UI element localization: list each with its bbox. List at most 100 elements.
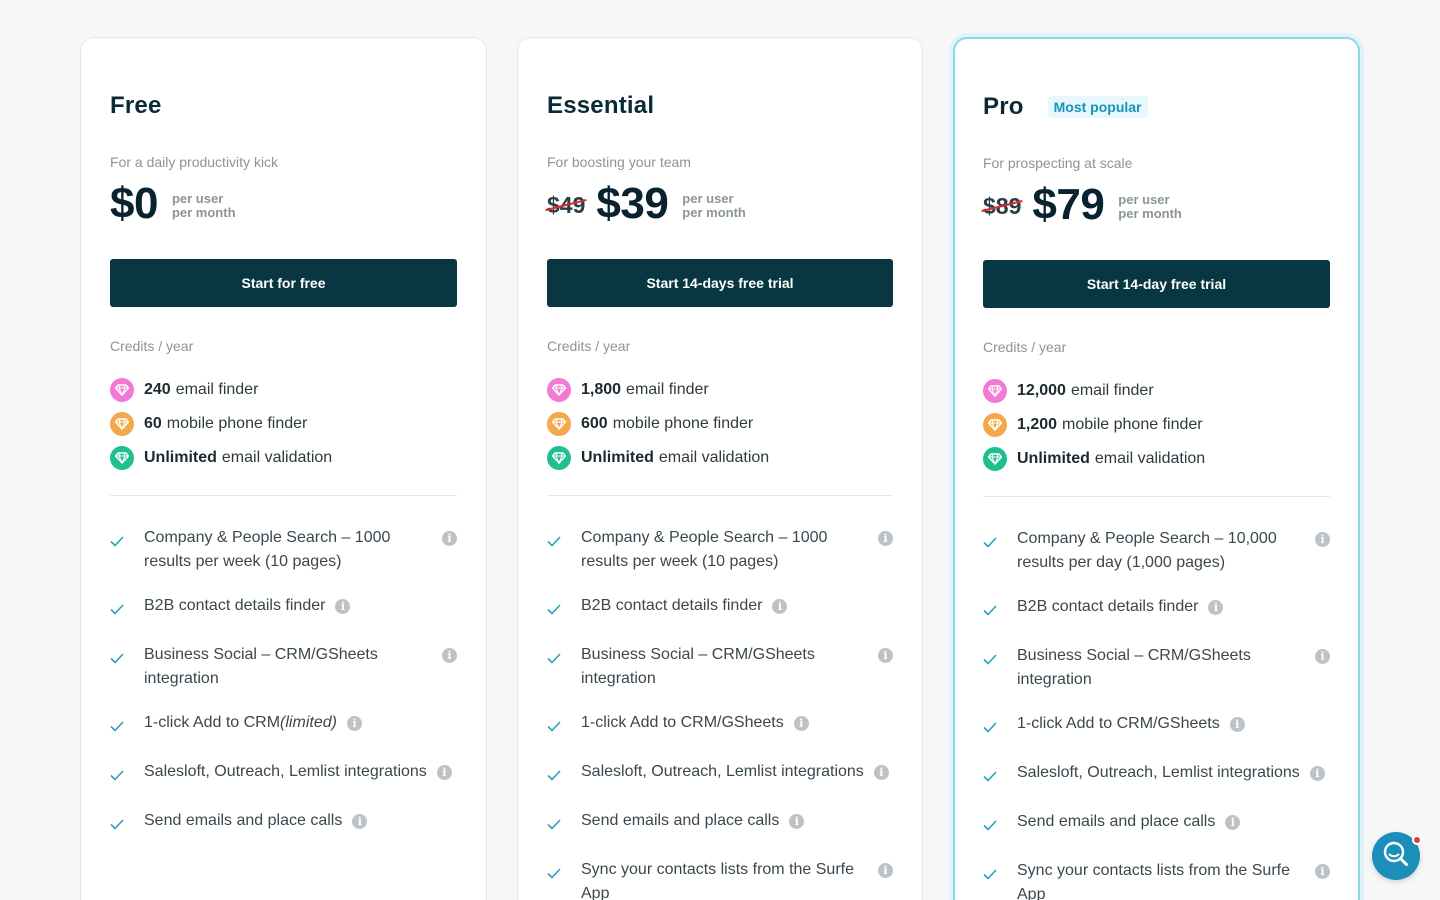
info-icon[interactable]: i	[1315, 649, 1330, 664]
feature-item: 1-click Add to CRM(limited) i	[110, 711, 457, 740]
credit-item: 12,000 email finder	[983, 374, 1330, 408]
feature-item: Business Social – CRM/GSheets integratio…	[983, 644, 1330, 692]
credit-amount: 1,800	[581, 381, 622, 398]
notification-dot	[1412, 835, 1422, 845]
credit-label: email finder	[175, 381, 259, 398]
start-free-button[interactable]: Start for free	[110, 259, 457, 307]
feature-text-main: 1-click Add to CRM	[144, 714, 281, 731]
info-icon[interactable]: i	[789, 814, 805, 829]
feature-text: Company & People Search – 1000 results p…	[581, 529, 828, 570]
info-icon[interactable]: i	[352, 814, 368, 829]
chat-launcher-button[interactable]	[1372, 832, 1422, 880]
info-icon[interactable]: i	[793, 716, 809, 731]
check-icon	[983, 761, 1017, 790]
credit-amount: Unlimited	[144, 449, 217, 466]
feature-text: Salesloft, Outreach, Lemlist integration…	[144, 763, 427, 780]
orange-gem-icon	[983, 413, 1007, 437]
check-icon	[983, 859, 1017, 888]
plan-tagline: For prospecting at scale	[983, 155, 1133, 171]
feature-text: B2B contact details finder	[144, 597, 326, 614]
plan-card-essential: Essential For boosting your team $49 $39…	[517, 37, 923, 900]
plan-tagline: For a daily productivity kick	[110, 154, 279, 170]
info-icon[interactable]: i	[436, 765, 452, 780]
old-price: $49	[545, 192, 587, 219]
feature-text: B2B contact details finder	[1017, 598, 1199, 615]
info-icon[interactable]: i	[442, 531, 457, 546]
info-icon[interactable]: i	[1229, 717, 1245, 732]
price-period: per user per month	[172, 192, 236, 220]
pink-gem-icon	[983, 379, 1007, 403]
plan-header: Free	[110, 92, 162, 120]
credit-amount: 60	[144, 415, 162, 432]
feature-text: Sync your contacts lists from the Surfe …	[1017, 862, 1290, 900]
plan-name: Free	[110, 92, 162, 119]
feature-text: Send emails and place calls	[1017, 813, 1216, 830]
credit-item: 60 mobile phone finder	[110, 407, 457, 441]
feature-item: B2B contact details finder i	[983, 595, 1330, 624]
plan-tagline: For boosting your team	[547, 154, 691, 170]
credit-item: 1,200 mobile phone finder	[983, 408, 1330, 442]
info-icon[interactable]: i	[335, 599, 351, 614]
plan-card-free: Free For a daily productivity kick $0 pe…	[80, 37, 487, 900]
feature-text: 1-click Add to CRM/GSheets	[581, 714, 784, 731]
check-icon	[547, 809, 581, 838]
feature-item: Business Social – CRM/GSheets integratio…	[110, 643, 457, 691]
feature-item: Business Social – CRM/GSheets integratio…	[547, 643, 893, 691]
orange-gem-icon	[547, 412, 571, 436]
credit-label: email validation	[1094, 450, 1206, 467]
feature-list: Company & People Search – 1000 results p…	[547, 526, 893, 900]
credit-label: mobile phone finder	[1062, 416, 1203, 433]
feature-item: B2B contact details finder i	[110, 594, 457, 623]
credit-item: Unlimited email validation	[110, 441, 457, 475]
check-icon	[983, 595, 1017, 624]
check-icon	[983, 810, 1017, 839]
credit-label: mobile phone finder	[166, 415, 308, 432]
info-icon[interactable]: i	[1315, 864, 1330, 879]
check-icon	[110, 760, 144, 789]
credit-label: email finder	[626, 381, 709, 398]
check-icon	[110, 809, 144, 838]
info-icon[interactable]: i	[346, 716, 362, 731]
info-icon[interactable]: i	[878, 863, 893, 878]
pink-gem-icon	[547, 378, 571, 402]
price: $39	[596, 179, 669, 228]
info-icon[interactable]: i	[1208, 600, 1224, 615]
check-icon	[547, 858, 581, 887]
check-icon	[983, 527, 1017, 556]
feature-item: Sync your contacts lists from the Surfe …	[983, 859, 1330, 900]
feature-text: Sync your contacts lists from the Surfe …	[581, 861, 854, 900]
feature-text: Company & People Search – 10,000 results…	[1017, 530, 1277, 571]
credit-amount: Unlimited	[1017, 450, 1090, 467]
info-icon[interactable]: i	[1315, 532, 1330, 547]
info-icon[interactable]: i	[878, 531, 893, 546]
feature-item: Send emails and place calls i	[547, 809, 893, 838]
start-trial-button[interactable]: Start 14-days free trial	[547, 259, 893, 307]
plan-name: Pro	[983, 93, 1024, 120]
check-icon	[110, 711, 144, 740]
info-icon[interactable]: i	[878, 648, 893, 663]
check-icon	[547, 711, 581, 740]
check-icon	[110, 643, 144, 672]
per-user-label: per user	[1118, 192, 1170, 207]
info-icon[interactable]: i	[1309, 766, 1325, 781]
divider	[547, 495, 893, 496]
feature-text: Company & People Search – 1000 results p…	[144, 529, 391, 570]
credits-label: Credits / year	[983, 339, 1067, 355]
credit-label: mobile phone finder	[612, 415, 754, 432]
start-trial-button[interactable]: Start 14-day free trial	[983, 260, 1330, 308]
info-icon[interactable]: i	[1225, 815, 1241, 830]
feature-item: Sync your contacts lists from the Surfe …	[547, 858, 893, 900]
info-icon[interactable]: i	[442, 648, 457, 663]
credits-list: 1,800 email finder 600 mobile phone find…	[547, 373, 893, 475]
info-icon[interactable]: i	[873, 765, 889, 780]
per-month-label: per month	[171, 205, 236, 220]
feature-item: Company & People Search – 1000 results p…	[110, 526, 457, 574]
check-icon	[110, 526, 144, 555]
divider	[983, 496, 1330, 497]
feature-item: B2B contact details finder i	[547, 594, 893, 623]
credit-item: 1,800 email finder	[547, 373, 893, 407]
check-icon	[110, 594, 144, 623]
credit-label: email finder	[1070, 382, 1154, 399]
divider	[110, 495, 457, 496]
info-icon[interactable]: i	[772, 599, 788, 614]
